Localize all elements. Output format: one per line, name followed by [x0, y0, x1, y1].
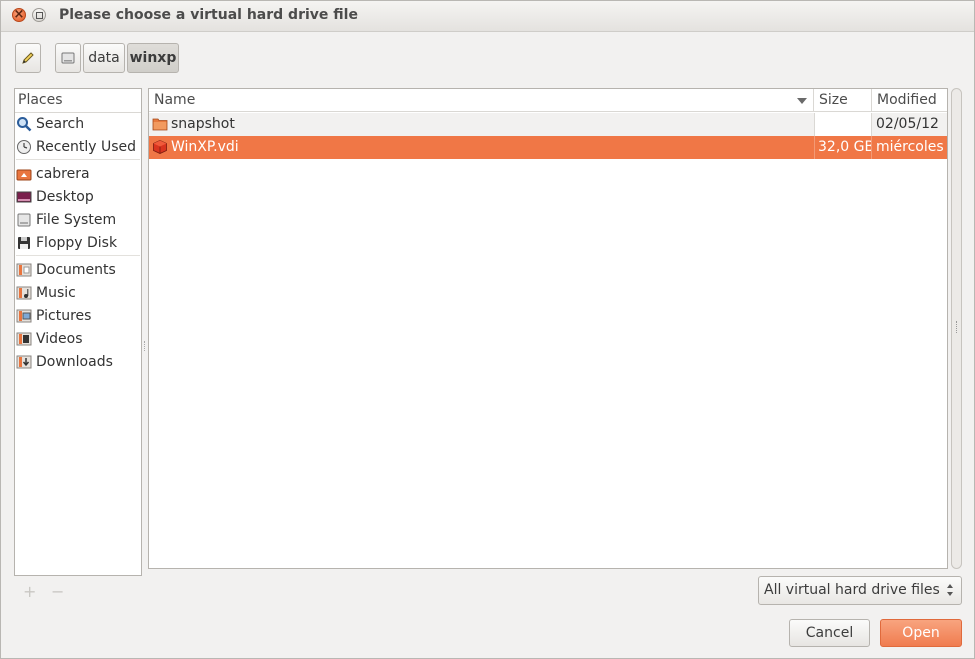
file-modified: 02/05/12: [876, 116, 939, 132]
sidebar-item-downloads[interactable]: Downloads: [16, 351, 113, 373]
file-size: [814, 113, 872, 136]
sidebar-item-label: Desktop: [36, 189, 94, 205]
file-name: snapshot: [171, 116, 235, 132]
sidebar-item-label: cabrera: [36, 166, 90, 182]
home-folder-icon: [16, 169, 32, 181]
places-sidebar: Places Search Recently Used cabrera Desk…: [14, 88, 142, 576]
scrollbar-grip: [956, 321, 958, 333]
column-header-name[interactable]: Name: [149, 89, 814, 112]
sidebar-item-documents[interactable]: Documents: [16, 259, 116, 281]
type-location-button[interactable]: [15, 43, 41, 73]
column-header-size[interactable]: Size: [814, 89, 872, 112]
pathbar-crumb-data[interactable]: data: [83, 43, 125, 73]
desktop-icon: [16, 191, 32, 203]
add-bookmark-button[interactable]: +: [23, 582, 36, 601]
sidebar-item-videos[interactable]: Videos: [16, 328, 83, 350]
pictures-folder-icon: [16, 309, 32, 323]
sidebar-item-label: Pictures: [36, 308, 92, 324]
pathbar-crumb-winxp[interactable]: winxp: [127, 43, 179, 73]
file-modified: miércoles: [876, 139, 944, 155]
sidebar-divider: [16, 159, 140, 160]
drive-icon: [61, 52, 75, 64]
sidebar-item-search[interactable]: Search: [16, 113, 84, 135]
file-chooser-dialog: Please choose a virtual hard drive file …: [0, 0, 975, 659]
file-list-scrollbar[interactable]: [951, 88, 962, 569]
remove-bookmark-button[interactable]: −: [51, 582, 64, 601]
dialog-title: Please choose a virtual hard drive file: [59, 7, 358, 23]
documents-folder-icon: [16, 263, 32, 277]
sidebar-item-file-system[interactable]: File System: [16, 209, 116, 231]
sidebar-item-label: Floppy Disk: [36, 235, 118, 251]
file-size: 32,0 GB: [814, 136, 872, 159]
sidebar-item-recently-used[interactable]: Recently Used: [16, 136, 136, 158]
downloads-folder-icon: [16, 355, 32, 369]
sidebar-item-label: Downloads: [36, 354, 113, 370]
close-window-button[interactable]: [12, 5, 26, 25]
file-row-winxp-vdi[interactable]: WinXP.vdi 32,0 GB miércoles: [149, 136, 947, 159]
filter-selected-value: All virtual hard drive files: [764, 582, 940, 598]
file-type-filter-select[interactable]: All virtual hard drive files: [758, 576, 962, 605]
file-row-snapshot[interactable]: snapshot 02/05/12: [149, 113, 947, 136]
pathbar-drive-button[interactable]: [55, 43, 81, 73]
sidebar-item-label: Documents: [36, 262, 116, 278]
places-header[interactable]: Places: [15, 89, 141, 113]
column-header-label: Name: [154, 92, 196, 108]
sidebar-item-label: Videos: [36, 331, 83, 347]
sidebar-item-pictures[interactable]: Pictures: [16, 305, 91, 327]
sidebar-item-floppy-disk[interactable]: Floppy Disk: [16, 232, 117, 254]
clock-icon: [17, 140, 31, 154]
pencil-icon: [22, 52, 34, 64]
cancel-button[interactable]: Cancel: [789, 619, 870, 647]
search-icon: [17, 117, 32, 132]
column-header-modified[interactable]: Modified: [872, 89, 947, 112]
file-list: Name Size Modified snapshot 02/05/12 Win…: [148, 88, 948, 569]
sidebar-item-label: Search: [36, 116, 85, 132]
sidebar-item-music[interactable]: Music: [16, 282, 76, 304]
videos-folder-icon: [16, 332, 32, 346]
floppy-disk-icon: [18, 237, 30, 249]
sidebar-item-label: Recently Used: [36, 139, 137, 155]
music-folder-icon: [16, 286, 32, 300]
file-name: WinXP.vdi: [171, 139, 239, 155]
sidebar-item-label: Music: [36, 285, 76, 301]
title-bar: Please choose a virtual hard drive file: [1, 1, 974, 32]
sidebar-item-desktop[interactable]: Desktop: [16, 186, 94, 208]
sort-descending-icon: [797, 98, 807, 104]
hard-disk-icon: [17, 213, 31, 227]
open-button[interactable]: Open: [880, 619, 962, 647]
up-down-arrows-icon: [947, 584, 953, 596]
sidebar-item-label: File System: [36, 212, 117, 228]
sidebar-divider: [16, 255, 140, 256]
sidebar-item-home[interactable]: cabrera: [16, 163, 90, 185]
maximize-window-button[interactable]: [32, 8, 46, 22]
